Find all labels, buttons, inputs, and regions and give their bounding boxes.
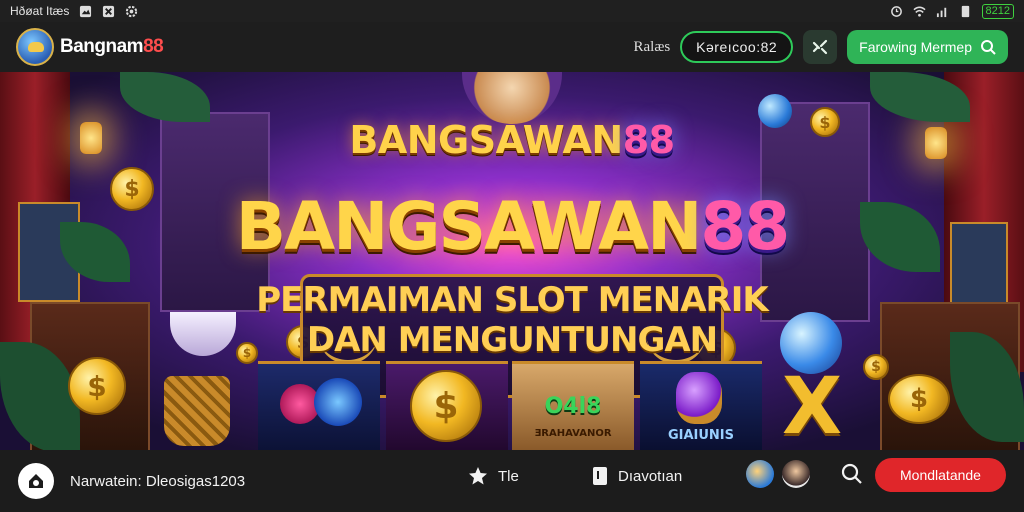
signal-icon: [936, 7, 946, 17]
battery-indicator: 8212: [981, 3, 1014, 19]
nav-favorites-label: Tle: [498, 467, 519, 485]
brand-prefix: Bangnam: [60, 36, 144, 57]
alarm-icon: [890, 5, 902, 17]
green-button-label: Farowing Mermep: [859, 39, 972, 55]
gem-icon: [676, 372, 722, 424]
status-bar-right: 8212: [890, 3, 1014, 19]
star-icon: [469, 467, 487, 485]
red-action-button[interactable]: Mondlatande: [875, 458, 1006, 492]
search-icon[interactable]: [840, 462, 864, 486]
home-icon: [29, 474, 43, 488]
gold-coin: [888, 374, 950, 424]
game-tile[interactable]: [386, 361, 508, 450]
mascot-character: [462, 72, 562, 124]
header-actions: Ralæs Kəreıcoo:82 Farowing Mermep: [633, 30, 1008, 64]
leaf-decoration: [120, 72, 210, 122]
coin-basket: [164, 376, 230, 446]
header-label: Ralæs: [633, 38, 671, 55]
nav-documents[interactable]: Dıavotıan: [592, 466, 682, 486]
hero-title-big: BANGSAWAN88: [0, 188, 1024, 265]
settings-icon: [126, 5, 138, 17]
nav-documents-label: Dıavotıan: [618, 467, 683, 485]
green-action-button[interactable]: Farowing Mermep: [847, 30, 1008, 64]
gold-coin: [68, 357, 126, 415]
hero-subtitle-line2: DAN MENGUNTUNGAN: [306, 320, 718, 360]
game-tile-label: O4l8: [544, 394, 602, 419]
search-icon: [981, 40, 996, 55]
code-value: Kəreıcoo:82: [696, 39, 778, 55]
game-tile-caption: ƎRAHAVANOR: [534, 428, 612, 439]
candy-swirl-icon: [314, 378, 362, 426]
gold-coin: [410, 370, 482, 442]
hero-title-big-number: 88: [700, 188, 790, 265]
home-button[interactable]: [18, 463, 54, 499]
user-info-text: Narwatein: Dleosigas1203: [70, 472, 246, 490]
shuffle-button[interactable]: [803, 30, 838, 64]
avatar[interactable]: [782, 460, 810, 488]
document-icon: [593, 467, 607, 485]
game-tile[interactable]: [258, 361, 380, 450]
hero-title-big-text: BANGSAWAN: [235, 188, 703, 265]
brand-logo[interactable]: [16, 28, 54, 66]
status-bar-left: Hðøat Itæs: [10, 4, 138, 18]
shuffle-icon: [813, 39, 828, 55]
status-left-text: Hðøat Itæs: [10, 4, 70, 18]
crossed-swords-icon: X: [782, 362, 843, 450]
hero-subtitle-line1: PERMAIMAN SLOT MENARIK: [256, 280, 768, 320]
brand-number: 88: [143, 36, 164, 57]
hero-title-small-text: BANGSAWAN: [349, 118, 623, 162]
avatar[interactable]: [746, 460, 774, 488]
nav-favorites[interactable]: Tle: [468, 466, 519, 486]
sim-icon: [961, 5, 969, 17]
app-header: Bangnam88 Ralæs Kəreıcoo:82 Farowing Mer…: [0, 22, 1024, 72]
image-icon: [80, 5, 92, 17]
brand-name[interactable]: Bangnam88: [60, 36, 164, 58]
close-box-icon: [103, 5, 115, 17]
game-tile-caption: GIAIUNIS: [667, 428, 735, 443]
hero-banner[interactable]: BANGSAWAN88 BANGSAWAN88 PERMAIMAN SLOT M…: [0, 72, 1024, 450]
code-field[interactable]: Kəreıcoo:82: [680, 31, 794, 63]
hero-title-small-number: 88: [622, 118, 675, 162]
wifi-icon: [912, 6, 926, 17]
game-tile[interactable]: O4l8 ƎRAHAVANOR: [512, 361, 634, 450]
red-button-label: Mondlatande: [900, 467, 981, 483]
status-bar: Hðøat Itæs 8212: [0, 0, 1024, 22]
game-tile[interactable]: GIAIUNIS: [640, 361, 762, 450]
hero-title-small: BANGSAWAN88: [0, 118, 1024, 162]
